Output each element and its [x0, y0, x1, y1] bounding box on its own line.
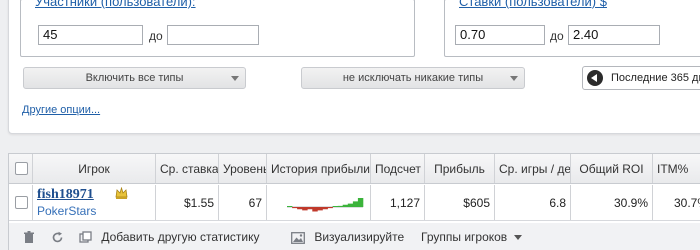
col-avg-stake[interactable]: Ср. ставка	[156, 154, 219, 183]
sparkline-bar	[297, 207, 303, 210]
level-cell: 67	[219, 185, 267, 220]
avg-games-cell: 6.8	[495, 185, 571, 220]
filter-panel: Участники (пользователи): 45 до Ставки (…	[8, 0, 700, 134]
include-types-label: Включить все типы	[85, 72, 184, 84]
stakes-to-input[interactable]: 2.40	[568, 25, 660, 45]
col-avg-games[interactable]: Ср. игры / день	[495, 154, 571, 183]
select-all-cell	[9, 154, 33, 183]
sparkline-bar	[342, 204, 349, 207]
copy-icon	[79, 231, 92, 243]
col-count[interactable]: Подсчет	[371, 154, 425, 183]
count-cell: 1,127	[371, 185, 425, 220]
table-header: Игрок Ср. ставка Уровень История прибыли…	[9, 154, 700, 184]
visualize-button[interactable]: Визуализируйте	[291, 223, 404, 250]
stakes-from-input[interactable]: 0.70	[455, 25, 545, 45]
image-icon	[291, 231, 305, 244]
participants-to-input[interactable]	[167, 25, 259, 45]
chevron-down-icon	[513, 235, 522, 241]
exclude-types-label: не исключать никакие типы	[342, 72, 484, 84]
participants-from-input[interactable]: 45	[38, 25, 143, 45]
profit-history-sparkline	[287, 198, 364, 212]
sparkline-bar	[332, 206, 338, 207]
participants-title[interactable]: Участники (пользователи):	[33, 0, 198, 9]
table-toolbar: Добавить другую статистику Визуализируйт…	[9, 223, 700, 250]
player-site: PokerStars	[37, 204, 97, 218]
visualize-label: Визуализируйте	[314, 230, 405, 244]
stats-table: Игрок Ср. ставка Уровень История прибыли…	[8, 153, 700, 250]
sparkline-bar	[292, 207, 298, 209]
player-groups-label: Группы игроков	[421, 230, 508, 244]
chevron-down-icon	[510, 76, 518, 81]
crown-icon	[115, 187, 128, 199]
exclude-types-dropdown[interactable]: не исключать никакие типы	[301, 67, 525, 89]
add-stats-button[interactable]: Добавить другую статистику	[79, 223, 260, 250]
col-total-roi[interactable]: Общий ROI	[571, 154, 653, 183]
total-roi-cell: 30.9%	[571, 185, 653, 220]
back-arrow-icon[interactable]	[587, 70, 603, 86]
itm-cell: 30.7%	[653, 185, 700, 220]
include-types-dropdown[interactable]: Включить все типы	[23, 67, 246, 89]
col-player[interactable]: Игрок	[33, 154, 156, 183]
other-options-link[interactable]: Другие опции...	[22, 104, 100, 116]
col-itm[interactable]: ITM%	[653, 154, 700, 183]
stakes-title[interactable]: Ставки (пользователи) $	[457, 0, 609, 9]
col-level[interactable]: Уровень	[219, 154, 267, 183]
sparkline-bar	[317, 207, 323, 211]
period-label: Последние 365 дней	[611, 72, 700, 84]
stakes-to-label: до	[550, 29, 564, 43]
player-groups-dropdown[interactable]: Группы игроков	[421, 223, 522, 250]
refresh-icon[interactable]	[51, 223, 64, 250]
row-select-cell	[9, 185, 33, 220]
avg-stake-cell: $1.55	[156, 185, 219, 220]
participants-to-label: до	[149, 29, 163, 43]
player-cell: fish18971 PokerStars	[33, 185, 156, 220]
sparkline-bar	[322, 207, 328, 210]
sparkline-bar	[337, 205, 344, 207]
profit-cell: $605	[425, 185, 495, 220]
sparkline-bar	[302, 207, 308, 211]
select-all-checkbox[interactable]	[15, 162, 28, 175]
add-stats-label: Добавить другую статистику	[101, 230, 260, 244]
row-checkbox[interactable]	[15, 196, 28, 209]
sparkline-bar	[352, 201, 359, 207]
sparkline-bar	[287, 206, 293, 207]
participants-filter-box: Участники (пользователи): 45 до	[20, 0, 415, 57]
sparkline-bar	[312, 207, 318, 212]
period-selector[interactable]: Последние 365 дней	[582, 66, 700, 90]
col-profit-history[interactable]: История прибыли	[267, 154, 371, 183]
sparkline-bar	[347, 203, 354, 207]
sparkline-bar	[327, 207, 333, 209]
player-name-link[interactable]: fish18971	[37, 187, 94, 203]
trash-icon[interactable]	[23, 223, 35, 250]
sparkline-bar	[307, 207, 313, 210]
sparkline-bar	[357, 198, 364, 207]
chevron-down-icon	[231, 76, 239, 81]
stakes-filter-box: Ставки (пользователи) $ 0.70 до 2.40	[444, 0, 700, 57]
profit-history-cell	[267, 185, 371, 220]
col-profit[interactable]: Прибыль	[425, 154, 495, 183]
table-row[interactable]: fish18971 PokerStars $1.55 67 1,127 $605…	[9, 185, 700, 221]
